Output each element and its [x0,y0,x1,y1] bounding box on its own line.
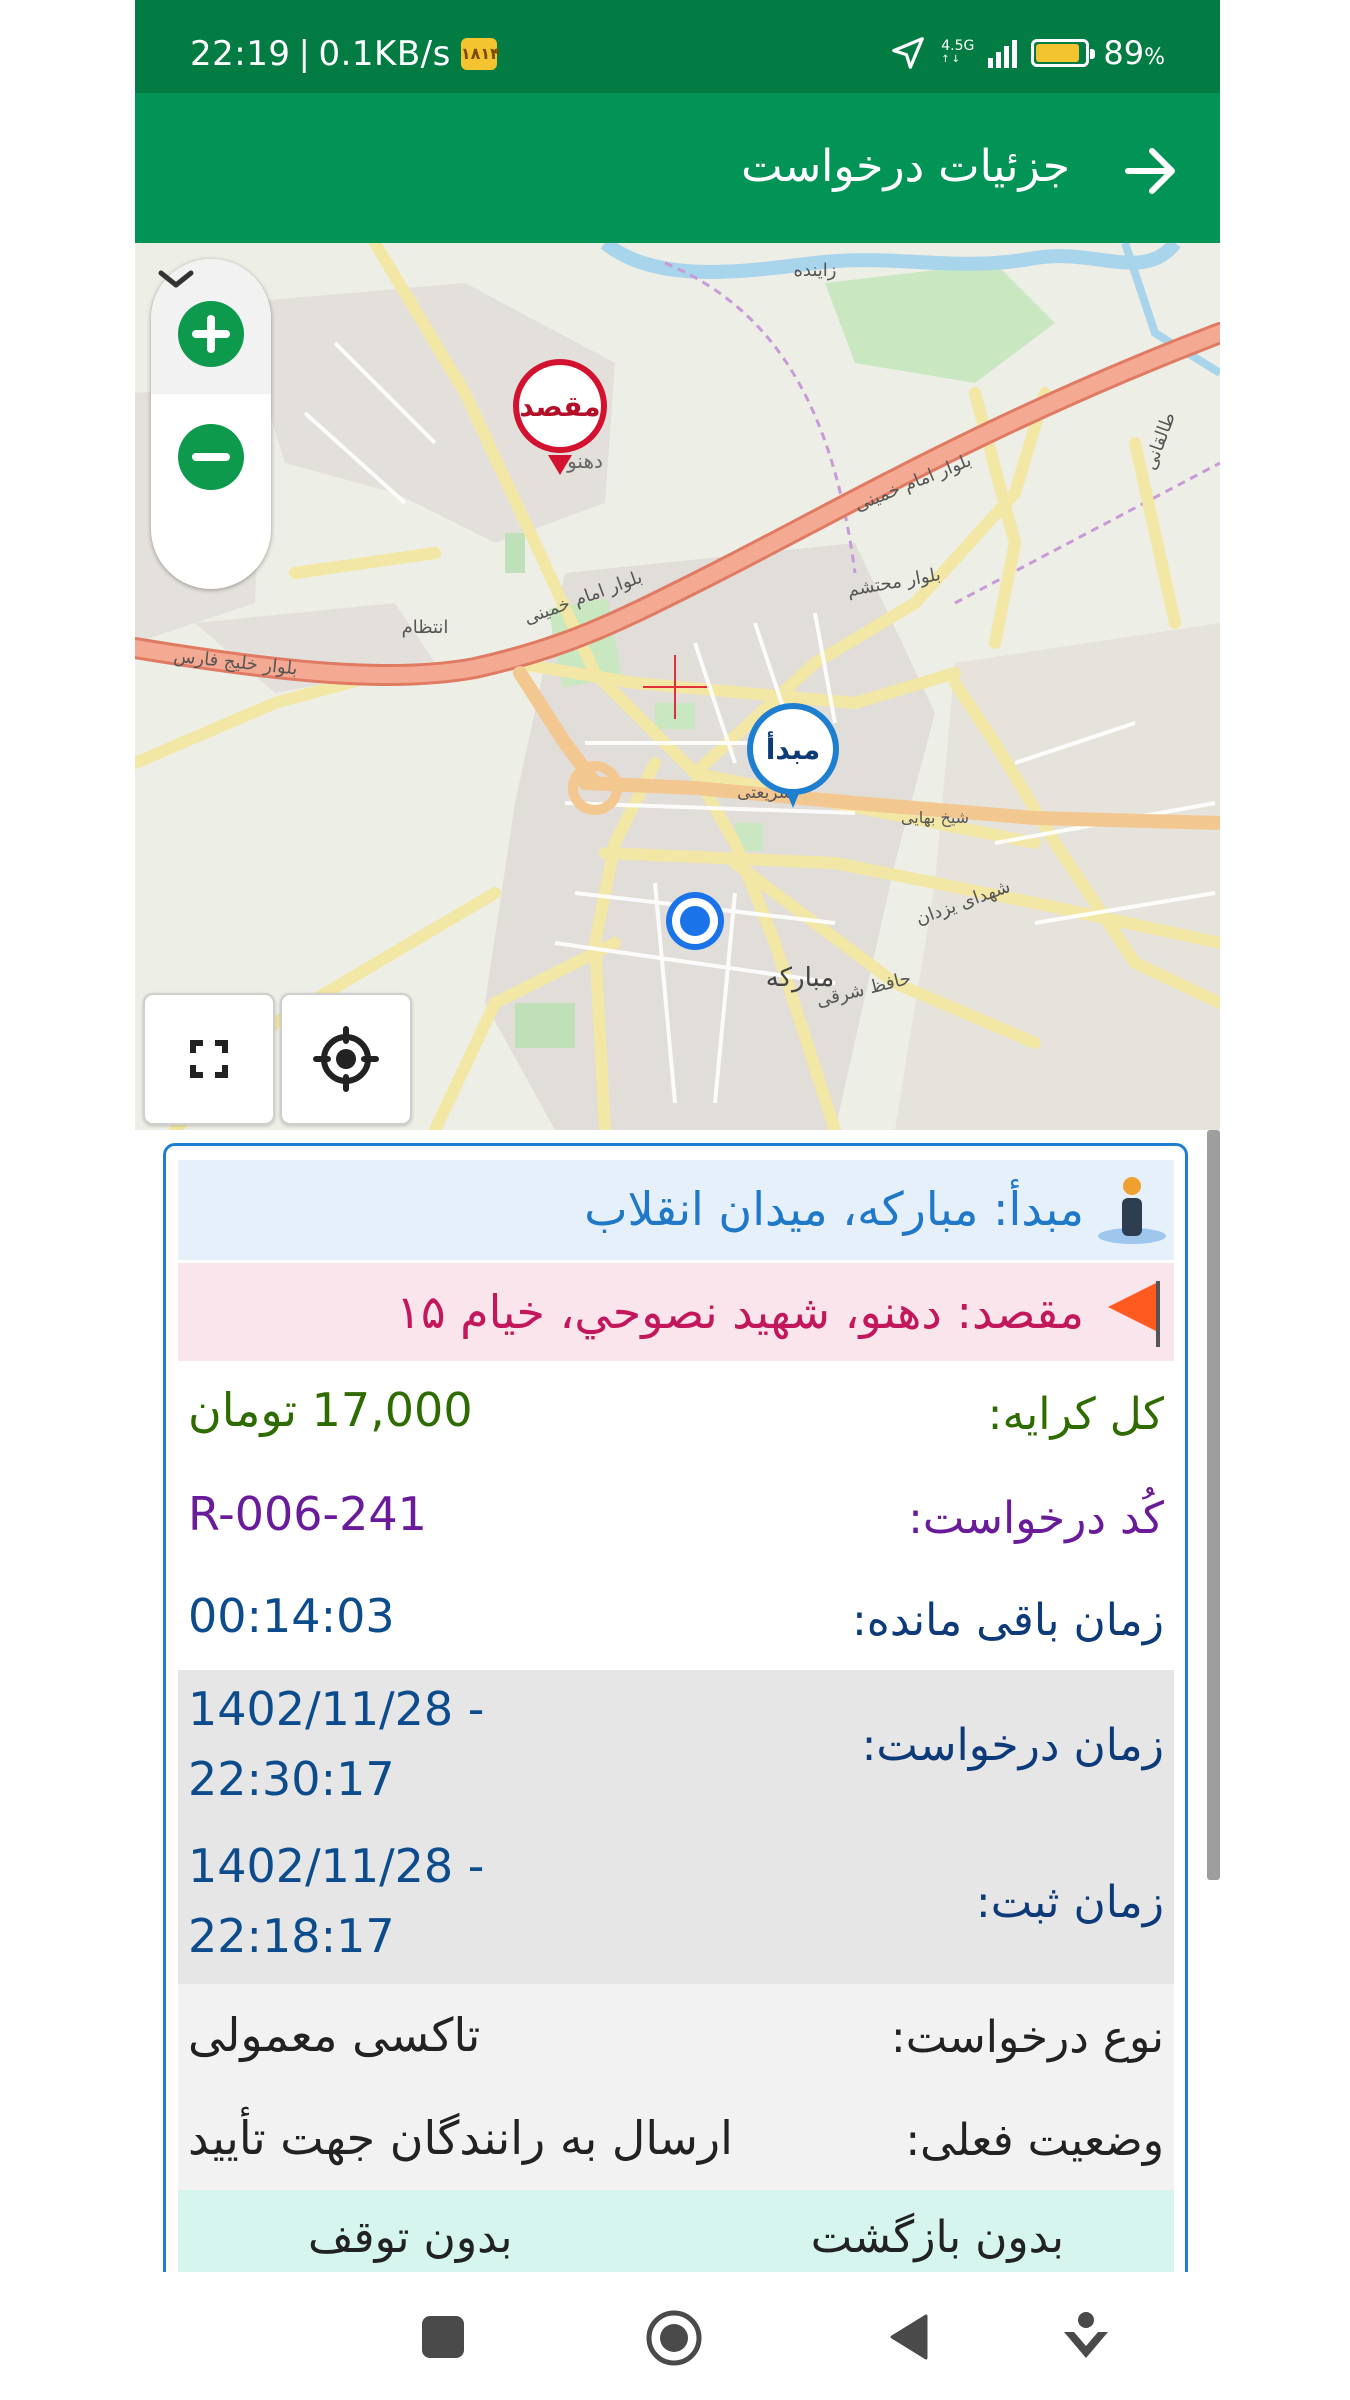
register-time-row: زمان ثبت: 1402/11/28 - 22:18:17 [178,1827,1174,1984]
request-code-row: کُد درخواست: R-006-241 [178,1465,1174,1567]
request-time-date: 1402/11/28 - [188,1682,485,1736]
request-type-row: نوع درخواست: تاکسی معمولی [178,1984,1174,2087]
destination-row: مقصد: دهنو، شهید نصوحي، خیام ۱۵ [178,1263,1174,1361]
fare-row: کل کرایه: 17,000 تومان [178,1361,1174,1465]
location-arrow-icon [892,37,925,69]
request-type-label: نوع درخواست: [890,2012,1164,2063]
fare-value: 17,000 تومان [188,1383,473,1437]
fare-label: کل کرایه: [987,1389,1164,1440]
request-time-label: زمان درخواست: [861,1720,1164,1771]
origin-address: مبدأ: مبارکه، میدان انقلاب [584,1182,1084,1236]
status-separator: | [298,34,311,74]
back-arrow-icon[interactable] [1120,141,1180,201]
flag-icon [1108,1281,1160,1347]
destination-pin-label: مقصد [519,390,600,423]
status-left: 22:19 | 0.1KB/s ۱۸۱۴ [190,34,499,74]
request-code-label: کُد درخواست: [908,1493,1164,1544]
remaining-time-row: زمان باقی مانده: 00:14:03 [178,1567,1174,1670]
current-status-row: وضعیت فعلی: ارسال به رانندگان جهت تأیید [178,2087,1174,2190]
origin-row: مبدأ: مبارکه، میدان انقلاب [178,1160,1174,1260]
page-title: جزئیات درخواست [741,141,1070,192]
request-code-value: R-006-241 [188,1487,427,1541]
request-type-value: تاکسی معمولی [188,2008,481,2062]
network-speed: 0.1KB/s [318,34,451,74]
locate-me-button[interactable] [280,993,412,1125]
my-location-dot [666,892,724,950]
remaining-time-value: 00:14:03 [188,1589,395,1643]
current-status-label: وضعیت فعلی: [905,2115,1164,2166]
recents-square-icon[interactable] [420,2314,466,2360]
battery-level [1036,44,1079,62]
person-icon [1098,1177,1166,1244]
network-type: 4.5G ↑↓ [941,38,975,65]
system-nav-bar [135,2272,1220,2400]
gps-target-icon [313,1026,379,1092]
fullscreen-button[interactable] [143,993,275,1125]
status-right: 4.5G ↑↓ 89% [889,34,1165,72]
destination-address: مقصد: دهنو، شهید نصوحي، خیام ۱۵ [396,1285,1084,1339]
map-label-mobarakeh: مبارکه [766,963,835,993]
operator-icon: ۱۸۱۴ [460,38,499,70]
register-time-clock: 22:18:17 [188,1909,395,1963]
app-bar: جزئیات درخواست [135,93,1220,243]
option-no-stop: بدون توقف [308,2212,513,2263]
request-details-panel: مبدأ: مبارکه، میدان انقلاب مقصد: دهنو، ش… [163,1143,1188,2273]
map-label-dehnow: دهنو [566,449,603,473]
plus-icon [192,315,230,353]
chevron-down-icon[interactable] [151,259,201,299]
map-label-zayandeh: زاینده [793,260,836,281]
trip-options-row: بدون بازگشت بدون توقف [178,2190,1174,2273]
minus-icon [192,453,230,461]
origin-pin-label: مبدأ [766,731,821,766]
signal-icon [988,38,1018,68]
phone-screen: 22:19 | 0.1KB/s ۱۸۱۴ 4.5G ↑↓ 89% جزئیات … [135,0,1220,2400]
request-time-row: زمان درخواست: 1402/11/28 - 22:30:17 [178,1670,1174,1827]
assistant-icon[interactable] [1058,2308,1114,2368]
map-label-entezam: انتظام [402,617,449,638]
map-view[interactable]: زاینده بلوار امام خمینی بلوار امام خمینی… [135,243,1220,1130]
back-triangle-icon[interactable] [886,2312,932,2362]
status-bar: 22:19 | 0.1KB/s ۱۸۱۴ 4.5G ↑↓ 89% [135,0,1220,93]
request-time-clock: 22:30:17 [188,1752,395,1806]
map-label-sheikh-bahayi: شیخ بهایی [901,808,969,828]
zoom-out-button[interactable] [178,424,244,490]
clock: 22:19 [190,34,291,74]
remaining-time-label: زمان باقی مانده: [851,1595,1164,1646]
zoom-in-button[interactable] [178,301,244,367]
scrollbar[interactable] [1207,1130,1220,1880]
register-time-label: زمان ثبت: [975,1877,1164,1928]
battery-icon [1031,39,1096,67]
battery-percent: 89% [1103,34,1165,72]
zoom-controls [151,259,271,589]
register-time-date: 1402/11/28 - [188,1839,485,1893]
option-no-return: بدون بازگشت [810,2212,1064,2263]
home-circle-icon[interactable] [644,2308,704,2368]
fullscreen-icon [190,1040,228,1078]
current-status-value: ارسال به رانندگان جهت تأیید [188,2111,733,2165]
